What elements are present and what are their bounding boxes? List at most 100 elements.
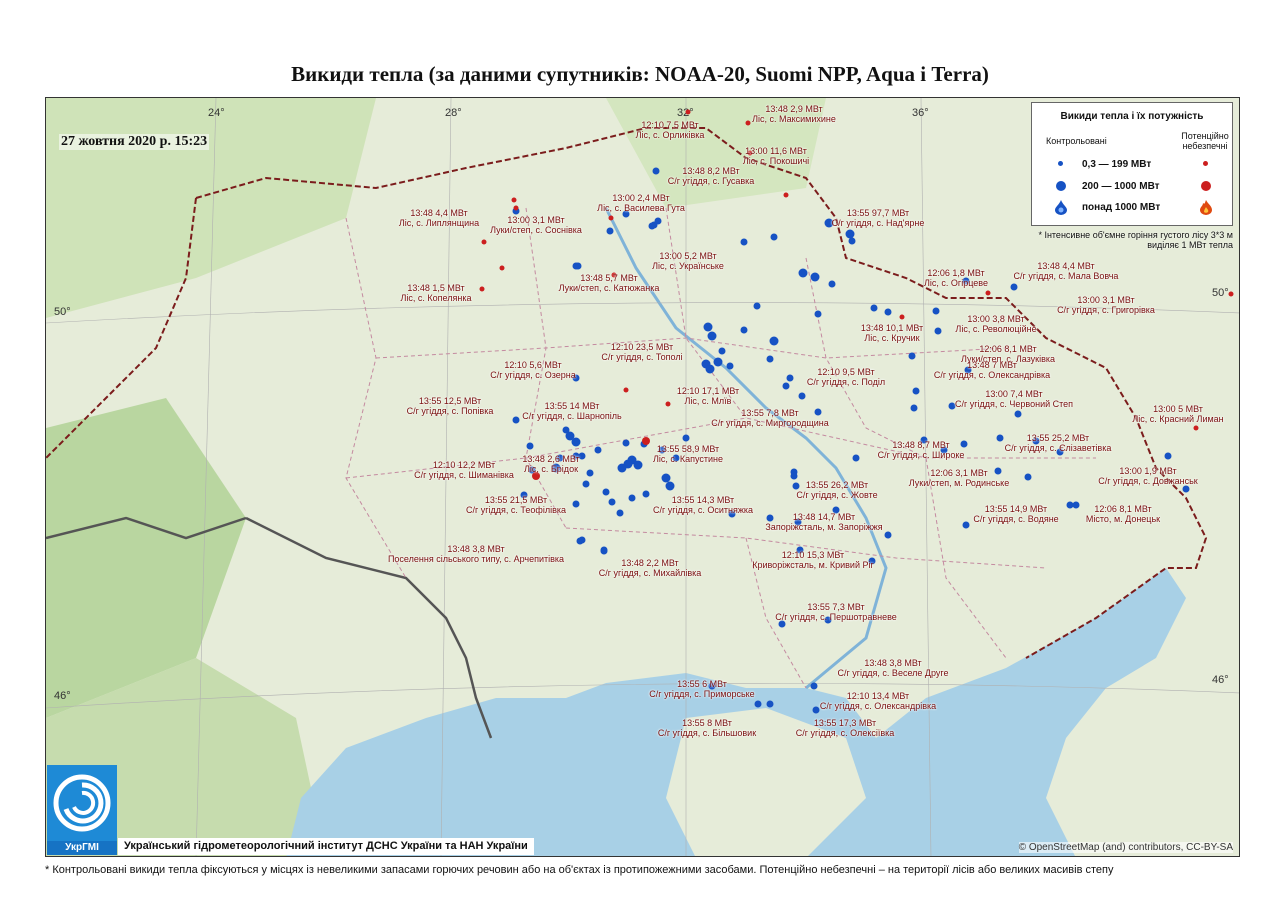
fire-marker-dangerous[interactable] (479, 286, 485, 292)
fire-marker-controlled[interactable] (1164, 452, 1172, 460)
fire-marker-controlled[interactable] (628, 494, 636, 502)
fire-marker-controlled[interactable] (766, 700, 774, 708)
fire-marker-controlled[interactable] (782, 382, 790, 390)
fire-marker-controlled[interactable] (571, 437, 581, 447)
fire-marker-controlled[interactable] (1182, 485, 1190, 493)
fire-marker-dangerous[interactable] (1228, 291, 1234, 297)
medium-controlled-dot (1056, 181, 1066, 191)
fire-marker-dangerous[interactable] (685, 109, 691, 115)
fire-marker-dangerous[interactable] (783, 192, 789, 198)
fire-marker-dangerous[interactable] (623, 387, 629, 393)
fire-marker-controlled[interactable] (1014, 410, 1022, 418)
fire-marker-controlled[interactable] (582, 480, 590, 488)
fire-marker-controlled[interactable] (912, 387, 920, 395)
fire-marker-controlled[interactable] (908, 352, 916, 360)
fire-marker-controlled[interactable] (798, 392, 806, 400)
fire-marker-controlled[interactable] (870, 304, 878, 312)
fire-label: 13:48 8,7 МВт С/г угіддя, с. Широке (877, 440, 965, 460)
fire-marker-controlled[interactable] (814, 310, 822, 318)
fire-label: 13:55 12,5 МВт С/г угіддя, с. Попівка (406, 396, 494, 416)
fire-marker-controlled[interactable] (884, 308, 892, 316)
map-canvas[interactable]: 27 жовтня 2020 р. 15:23 24° 28° 32° 36° … (45, 97, 1240, 857)
fire-marker-controlled[interactable] (616, 509, 624, 517)
fire-label: 13:55 8 МВт С/г угіддя, с. Більшовик (657, 718, 757, 738)
fire-marker-dangerous[interactable] (481, 239, 487, 245)
lon-label-28: 28° (445, 107, 462, 119)
fire-marker-controlled[interactable] (810, 272, 820, 282)
fire-marker-controlled[interactable] (707, 331, 717, 341)
fire-marker-controlled[interactable] (608, 498, 616, 506)
fire-marker-controlled[interactable] (726, 362, 734, 370)
fire-marker-controlled[interactable] (934, 327, 942, 335)
fire-marker-dangerous[interactable] (499, 265, 505, 271)
fire-marker-controlled[interactable] (642, 490, 650, 498)
small-dangerous-dot (1203, 161, 1208, 166)
fire-label: 13:55 21,5 МВт С/г угіддя, с. Теофілівка (465, 495, 567, 515)
logo-text: УкрГМІ (47, 841, 117, 855)
fire-marker-controlled[interactable] (962, 521, 970, 529)
lat-label-50-right: 50° (1212, 287, 1229, 299)
fire-label: 13:48 14,7 МВт Запоріжсталь, м. Запоріжжя (765, 512, 883, 532)
fire-marker-controlled[interactable] (852, 454, 860, 462)
fire-marker-controlled[interactable] (622, 439, 630, 447)
fire-marker-controlled[interactable] (586, 469, 594, 477)
fire-marker-controlled[interactable] (884, 531, 892, 539)
fire-marker-dangerous[interactable] (511, 197, 517, 203)
fire-label: 13:48 1,5 МВт Ліс, с. Копелянка (400, 283, 472, 303)
fire-marker-controlled[interactable] (753, 302, 761, 310)
fire-marker-controlled[interactable] (1024, 473, 1032, 481)
fire-marker-controlled[interactable] (740, 238, 748, 246)
fire-marker-controlled[interactable] (754, 700, 762, 708)
logo-swirl-icon (47, 765, 117, 841)
fire-marker-controlled[interactable] (812, 706, 820, 714)
fire-label: 13:55 14,9 МВт С/г угіддя, с. Водяне (973, 504, 1059, 524)
fire-marker-controlled[interactable] (633, 460, 643, 470)
fire-marker-controlled[interactable] (790, 468, 798, 476)
fire-marker-controlled[interactable] (572, 262, 580, 270)
fire-label: 13:48 8,2 МВт С/г угіддя, с. Гусавка (667, 166, 755, 186)
fire-marker-controlled[interactable] (1072, 501, 1080, 509)
fire-marker-controlled[interactable] (786, 374, 794, 382)
fire-marker-dangerous[interactable] (513, 205, 519, 211)
fire-marker-controlled[interactable] (798, 268, 808, 278)
fire-marker-controlled[interactable] (770, 233, 778, 241)
fire-marker-controlled[interactable] (600, 547, 608, 555)
fire-marker-controlled[interactable] (828, 280, 836, 288)
fire-marker-controlled[interactable] (682, 434, 690, 442)
fire-marker-controlled[interactable] (996, 434, 1004, 442)
lon-label-36: 36° (912, 107, 929, 119)
fire-marker-controlled[interactable] (703, 322, 713, 332)
fire-label: 13:55 25,2 МВт С/г угіддя, с. Єлізаветівк… (1004, 433, 1112, 453)
fire-marker-controlled[interactable] (526, 442, 534, 450)
fire-marker-controlled[interactable] (766, 355, 774, 363)
fire-marker-controlled[interactable] (705, 364, 715, 374)
fire-marker-controlled[interactable] (654, 217, 662, 225)
fire-marker-controlled[interactable] (652, 167, 660, 175)
fire-marker-controlled[interactable] (648, 222, 656, 230)
fire-marker-dangerous[interactable] (745, 120, 751, 126)
fire-marker-controlled[interactable] (810, 682, 818, 690)
map-attribution[interactable]: © OpenStreetMap (and) contributors, CC-B… (1018, 842, 1233, 853)
fire-marker-controlled[interactable] (910, 404, 918, 412)
fire-marker-controlled[interactable] (576, 537, 584, 545)
fire-label: 13:48 4,4 МВт Ліс, с. Липлянщина (398, 208, 480, 228)
fire-marker-dangerous[interactable] (899, 314, 905, 320)
fire-marker-controlled[interactable] (769, 336, 779, 346)
fire-marker-controlled[interactable] (718, 347, 726, 355)
fire-marker-controlled[interactable] (713, 357, 723, 367)
fire-marker-controlled[interactable] (594, 446, 602, 454)
fire-marker-dangerous[interactable] (608, 215, 614, 221)
fire-marker-controlled[interactable] (932, 307, 940, 315)
fire-marker-controlled[interactable] (665, 481, 675, 491)
fire-marker-dangerous[interactable] (1193, 425, 1199, 431)
fire-marker-controlled[interactable] (740, 326, 748, 334)
fire-marker-dangerous[interactable] (665, 401, 671, 407)
fire-marker-dangerous[interactable] (985, 290, 991, 296)
fire-marker-controlled[interactable] (848, 237, 856, 245)
fire-marker-controlled[interactable] (606, 227, 614, 235)
fire-marker-controlled[interactable] (512, 416, 520, 424)
fire-marker-controlled[interactable] (572, 500, 580, 508)
fire-marker-dangerous[interactable] (642, 437, 650, 445)
fire-marker-controlled[interactable] (1010, 283, 1018, 291)
fire-marker-controlled[interactable] (602, 488, 610, 496)
